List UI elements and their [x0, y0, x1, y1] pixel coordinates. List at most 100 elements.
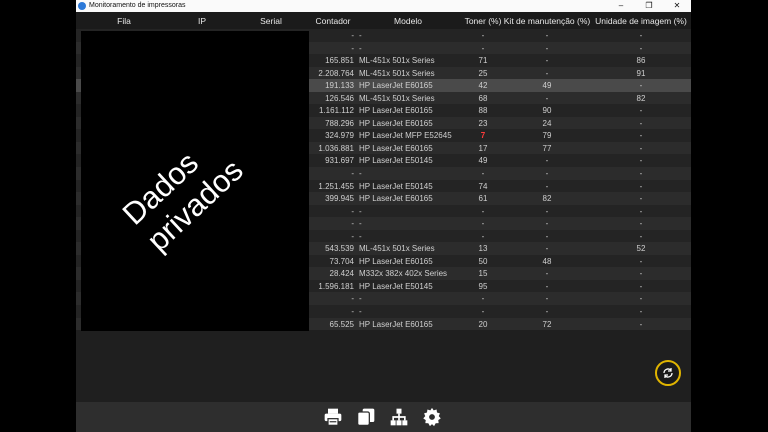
- cell-modelo: HP LaserJet E60165: [359, 81, 433, 91]
- copies-icon: [357, 408, 375, 426]
- cell-kit: 49: [542, 81, 552, 91]
- cell-contador: 1.036.881: [318, 143, 354, 153]
- cell-contador: 399.945: [325, 194, 354, 204]
- cell-toner: 95: [478, 281, 488, 291]
- cell-unidade: -: [639, 118, 643, 128]
- cell-modelo: HP LaserJet E50145: [359, 181, 433, 191]
- cell-kit: 90: [542, 106, 552, 116]
- cell-unidade: -: [639, 281, 643, 291]
- cell-toner: 61: [478, 194, 488, 204]
- cell-unidade: -: [639, 106, 643, 116]
- printer-button[interactable]: [323, 407, 343, 427]
- window-title: Monitoramento de impressoras: [89, 2, 186, 9]
- bottom-toolbar: [76, 402, 691, 432]
- cell-toner: 74: [478, 181, 488, 191]
- cell-contador: 2.208.764: [318, 68, 354, 78]
- cell-kit: -: [545, 156, 549, 166]
- cell-modelo: HP LaserJet E60165: [359, 319, 433, 329]
- cell-contador: 191.133: [325, 81, 354, 91]
- cell-contador: -: [351, 43, 354, 53]
- cell-unidade: -: [639, 256, 643, 266]
- cell-kit: -: [545, 181, 549, 191]
- refresh-icon: [663, 368, 673, 378]
- cell-contador: 65.525: [329, 319, 354, 329]
- cell-unidade: -: [639, 31, 643, 40]
- cell-modelo: -: [359, 206, 362, 216]
- cell-kit: 24: [542, 118, 552, 128]
- private-data-label: Dados privados: [115, 144, 250, 258]
- cell-unidade: -: [639, 169, 643, 179]
- cell-unidade: -: [639, 143, 643, 153]
- refresh-button[interactable]: [655, 360, 681, 386]
- col-header-modelo[interactable]: Modelo: [394, 16, 422, 26]
- cell-unidade: -: [639, 307, 643, 317]
- col-header-fila[interactable]: Fila: [117, 16, 131, 26]
- minimize-button[interactable]: –: [607, 0, 635, 12]
- settings-button[interactable]: [422, 407, 442, 427]
- cell-toner: 17: [478, 143, 488, 153]
- cell-toner: 23: [478, 118, 488, 128]
- cell-toner: 68: [478, 93, 488, 103]
- col-header-unidade[interactable]: Unidade de imagem (%): [595, 16, 687, 26]
- cell-modelo: ML-451x 501x Series: [359, 56, 435, 66]
- gear-icon: [423, 407, 441, 427]
- cell-toner: 49: [478, 156, 488, 166]
- cell-unidade: -: [639, 181, 643, 191]
- copies-button[interactable]: [356, 407, 376, 427]
- cell-modelo: -: [359, 231, 362, 241]
- cell-contador: 324.979: [325, 131, 354, 141]
- cell-kit: 82: [542, 194, 552, 204]
- cell-contador: -: [351, 294, 354, 304]
- col-header-ip[interactable]: IP: [198, 16, 206, 26]
- cell-kit: -: [545, 231, 549, 241]
- cell-modelo: -: [359, 43, 362, 53]
- cell-kit: -: [545, 244, 549, 254]
- cell-contador: 788.296: [325, 118, 354, 128]
- col-header-serial[interactable]: Serial: [260, 16, 282, 26]
- cell-toner: -: [481, 307, 485, 317]
- cell-contador: 543.539: [325, 244, 354, 254]
- cell-modelo: HP LaserJet E60165: [359, 143, 433, 153]
- cell-toner: 25: [478, 68, 488, 78]
- cell-unidade: -: [639, 294, 643, 304]
- cell-modelo: HP LaserJet E60165: [359, 118, 433, 128]
- cell-unidade: 82: [636, 93, 646, 103]
- cell-kit: -: [545, 93, 549, 103]
- cell-toner: 42: [478, 81, 488, 91]
- maximize-button[interactable]: ❐: [635, 0, 663, 12]
- close-button[interactable]: ✕: [663, 0, 691, 12]
- cell-toner: 7: [480, 131, 486, 141]
- cell-unidade: 91: [636, 68, 646, 78]
- cell-contador: -: [351, 31, 354, 40]
- cell-kit: -: [545, 307, 549, 317]
- cell-kit: -: [545, 56, 549, 66]
- cell-modelo: -: [359, 294, 362, 304]
- cell-toner: -: [481, 206, 485, 216]
- col-header-kit[interactable]: Kit de manutenção (%): [504, 16, 590, 26]
- network-button[interactable]: [389, 407, 409, 427]
- cell-contador: -: [351, 206, 354, 216]
- cell-kit: 72: [542, 319, 552, 329]
- cell-kit: -: [545, 219, 549, 229]
- cell-kit: -: [545, 169, 549, 179]
- table-header: Fila IP Serial Contador Modelo Toner (%)…: [76, 12, 691, 29]
- cell-modelo: -: [359, 307, 362, 317]
- cell-toner: -: [481, 219, 485, 229]
- cell-unidade: -: [639, 131, 643, 141]
- cell-modelo: -: [359, 219, 362, 229]
- cell-modelo: -: [359, 169, 362, 179]
- col-header-contador[interactable]: Contador: [316, 16, 351, 26]
- cell-kit: -: [545, 269, 549, 279]
- cell-toner: 13: [478, 244, 488, 254]
- cell-modelo: HP LaserJet E60165: [359, 256, 433, 266]
- cell-contador: 1.596.181: [318, 281, 354, 291]
- cell-unidade: -: [639, 206, 643, 216]
- col-header-toner[interactable]: Toner (%): [465, 16, 502, 26]
- cell-toner: -: [481, 231, 485, 241]
- cell-unidade: -: [639, 219, 643, 229]
- cell-toner: -: [481, 294, 485, 304]
- cell-contador: 28.424: [329, 269, 354, 279]
- cell-modelo: ML-451x 501x Series: [359, 68, 435, 78]
- title-bar: Monitoramento de impressoras – ❐ ✕: [76, 0, 691, 12]
- cell-contador: 931.697: [325, 156, 354, 166]
